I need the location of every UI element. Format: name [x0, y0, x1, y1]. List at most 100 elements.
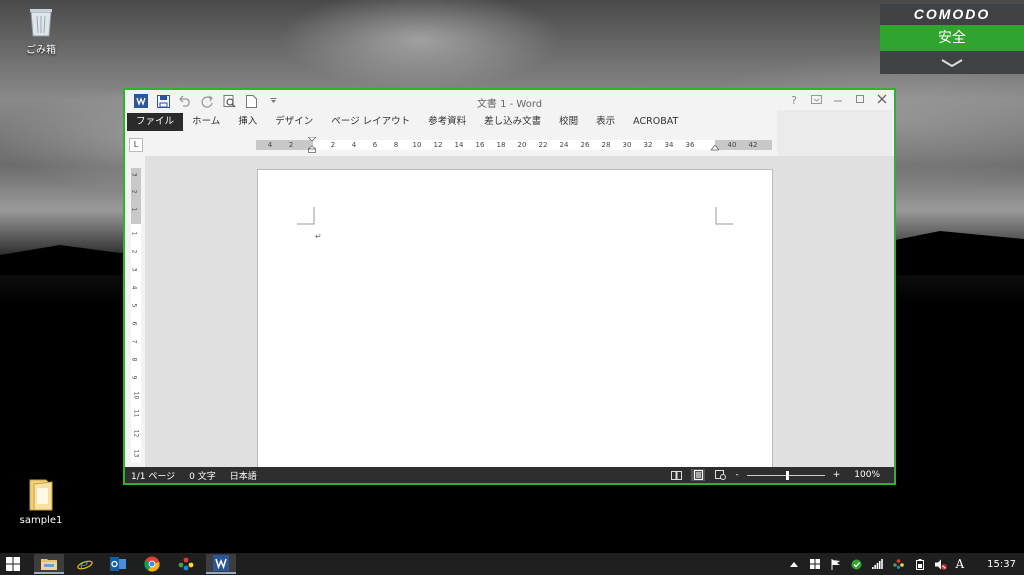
- web-layout-button[interactable]: [713, 469, 727, 481]
- ruler-number: 6: [372, 141, 378, 149]
- ruler-number: 16: [475, 141, 485, 149]
- title-bar: 文書 1 - Word ?: [125, 90, 894, 112]
- crop-mark-right-icon: [715, 207, 733, 225]
- comodo-status[interactable]: 安全: [880, 25, 1024, 51]
- clock[interactable]: 15:37: [987, 559, 1016, 570]
- system-tray: A 15:37: [788, 553, 1016, 575]
- comodo-widget: COMODO 安全: [880, 4, 1024, 74]
- taskbar-file-explorer[interactable]: [34, 554, 64, 574]
- vertical-ruler[interactable]: 3 2 1 1 2 3 4 5 6 7 8 9 10 11 12 13: [130, 168, 141, 463]
- volume-muted-icon: [934, 559, 947, 570]
- indent-marker-icon[interactable]: [308, 137, 316, 153]
- tab-references[interactable]: 参考資料: [419, 113, 475, 131]
- ime-indicator[interactable]: A: [956, 557, 965, 571]
- svg-text:e: e: [80, 557, 88, 572]
- tray-security-button[interactable]: [851, 558, 863, 570]
- ruler-number: 14: [454, 141, 464, 149]
- right-indent-marker-icon[interactable]: [711, 145, 719, 151]
- taskbar-internet-explorer[interactable]: e: [70, 554, 100, 574]
- tray-volume-button[interactable]: [934, 558, 947, 570]
- taskbar-chrome[interactable]: [137, 554, 167, 574]
- ribbon-collapsed-area: [777, 110, 892, 158]
- comodo-expand-button[interactable]: [880, 51, 1024, 74]
- ruler-number: 26: [580, 141, 590, 149]
- vertical-ruler-number: 8: [130, 357, 138, 362]
- ruler-right-margin: [715, 140, 772, 150]
- window-controls: ?: [786, 93, 890, 109]
- web-layout-icon: [714, 470, 726, 480]
- page-count[interactable]: 1/1 ページ: [131, 469, 175, 482]
- tab-view[interactable]: 表示: [587, 113, 624, 131]
- document-area: ↵: [145, 156, 894, 469]
- horizontal-ruler[interactable]: 4 2 2 4 6 8 10 12 14 16 18 20 22 24 26 28 30 32 34 36 40 42: [256, 137, 772, 153]
- ruler-number: 32: [643, 141, 653, 149]
- zoom-slider-thumb[interactable]: [785, 470, 789, 480]
- tab-page-layout[interactable]: ページ レイアウト: [322, 113, 419, 131]
- read-mode-icon: [670, 470, 682, 480]
- outlook-icon: [110, 557, 126, 571]
- chrome-icon: [144, 556, 160, 572]
- sample-folder-label: sample1: [19, 515, 63, 526]
- minimize-button[interactable]: [830, 93, 846, 109]
- ruler-left-margin: [256, 140, 313, 150]
- sample-folder-icon[interactable]: sample1: [11, 478, 71, 526]
- print-layout-button[interactable]: [691, 469, 706, 481]
- ruler-number: 4: [351, 141, 357, 149]
- vertical-ruler-number: 2: [130, 249, 138, 254]
- taskbar-word[interactable]: [206, 554, 236, 574]
- help-button[interactable]: ?: [786, 93, 802, 109]
- ruler-number: 22: [538, 141, 548, 149]
- ruler-number: 24: [559, 141, 569, 149]
- tray-flag-button[interactable]: [830, 558, 842, 570]
- vertical-ruler-number: 13: [132, 449, 140, 458]
- read-mode-button[interactable]: [669, 469, 683, 481]
- document-title: 文書 1 - Word: [476, 99, 543, 110]
- tab-home[interactable]: ホーム: [183, 113, 229, 131]
- zoom-slider[interactable]: [746, 470, 825, 480]
- vertical-ruler-number: 1: [130, 207, 138, 212]
- word-window: 文書 1 - Word ? ファイル ホーム 挿入 デザイン ページ レイアウト…: [123, 88, 896, 485]
- taskbar-color-app[interactable]: [171, 554, 201, 574]
- word-count[interactable]: 0 文字: [189, 469, 216, 482]
- taskbar-outlook[interactable]: [103, 554, 133, 574]
- document-page[interactable]: ↵: [257, 169, 773, 469]
- tab-mailings[interactable]: 差し込み文書: [475, 113, 550, 131]
- battery-icon: [915, 558, 924, 570]
- tab-file[interactable]: ファイル: [127, 112, 184, 131]
- close-button[interactable]: [874, 93, 890, 109]
- tab-design[interactable]: デザイン: [266, 113, 322, 131]
- tab-selector[interactable]: L: [129, 138, 143, 152]
- zoom-out-button[interactable]: -: [735, 470, 738, 480]
- tab-insert[interactable]: 挿入: [229, 113, 266, 131]
- start-button[interactable]: [6, 556, 22, 572]
- tab-review[interactable]: 校閲: [550, 113, 587, 131]
- ruler-number: 2: [288, 141, 294, 149]
- vertical-ruler-number: 3: [130, 172, 138, 177]
- tray-network-button[interactable]: [872, 558, 884, 570]
- tray-battery-button[interactable]: [914, 558, 926, 570]
- show-hidden-icons-button[interactable]: [788, 558, 800, 570]
- tray-windows-button[interactable]: [809, 558, 821, 570]
- windows-logo-icon: [809, 559, 820, 569]
- ruler-number: 40: [727, 141, 737, 149]
- minimize-icon: [834, 100, 842, 102]
- chevron-down-icon: [941, 58, 963, 67]
- ruler-number: 12: [433, 141, 443, 149]
- vertical-ruler-number: 6: [130, 321, 138, 326]
- ribbon-display-icon: [810, 95, 822, 104]
- recycle-bin-icon[interactable]: ごみ箱: [11, 6, 71, 56]
- ruler-number: 42: [748, 141, 758, 149]
- shield-check-icon: [851, 559, 862, 569]
- comodo-brand: COMODO: [913, 6, 991, 22]
- signal-bars-icon: [872, 559, 883, 569]
- color-dots-icon: [178, 557, 194, 571]
- zoom-level[interactable]: 100%: [854, 470, 880, 480]
- tray-color-button[interactable]: [893, 558, 905, 570]
- vertical-ruler-number: 4: [130, 285, 138, 290]
- language-indicator[interactable]: 日本語: [230, 469, 257, 482]
- ribbon-display-button[interactable]: [808, 93, 824, 109]
- maximize-button[interactable]: [852, 93, 868, 109]
- tab-acrobat[interactable]: ACROBAT: [624, 113, 687, 131]
- ribbon-tabs: ファイル ホーム 挿入 デザイン ページ レイアウト 参考資料 差し込み文書 校…: [127, 112, 687, 131]
- zoom-in-button[interactable]: +: [833, 470, 841, 480]
